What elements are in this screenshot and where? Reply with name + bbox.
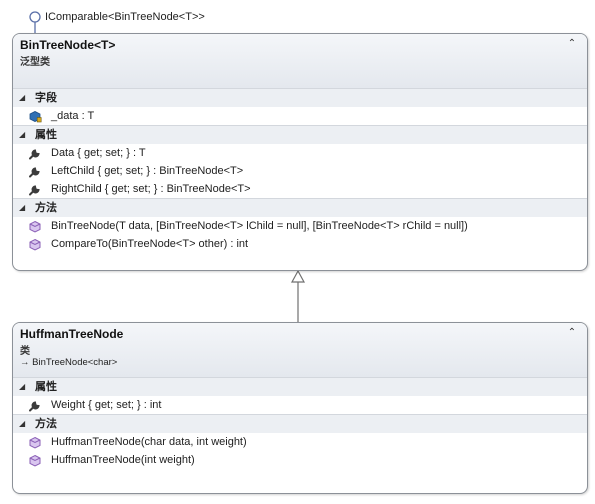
section-title: 字段	[35, 92, 57, 104]
interface-label: IComparable<BinTreeNode<T>>	[45, 11, 205, 23]
member-property-data[interactable]: Data { get; set; } : T	[13, 144, 587, 162]
class-kind: 泛型类	[20, 57, 50, 68]
member-text: HuffmanTreeNode(int weight)	[51, 454, 195, 466]
section-title: 属性	[35, 129, 57, 141]
member-method-ctor-char-weight[interactable]: HuffmanTreeNode(char data, int weight)	[13, 433, 587, 451]
member-text: Data { get; set; } : T	[51, 147, 146, 159]
member-method-ctor-weight[interactable]: HuffmanTreeNode(int weight)	[13, 451, 587, 469]
section-title: 属性	[35, 381, 57, 393]
member-field-data[interactable]: _data : T	[13, 107, 587, 125]
method-cube-icon	[29, 238, 41, 251]
class-name: HuffmanTreeNode	[20, 327, 124, 341]
member-property-rightchild[interactable]: RightChild { get; set; } : BinTreeNode<T…	[13, 180, 587, 198]
section-properties[interactable]: ◢ 属性	[13, 125, 587, 144]
class-kind: 类	[20, 346, 30, 357]
section-methods[interactable]: ◢ 方法	[13, 414, 587, 433]
method-cube-icon	[29, 436, 41, 449]
method-cube-icon	[29, 220, 41, 233]
field-icon	[29, 111, 42, 123]
member-property-weight[interactable]: Weight { get; set; } : int	[13, 396, 587, 414]
section-title: 方法	[35, 418, 57, 430]
base-class-label: → BinTreeNode<char>	[20, 357, 118, 368]
member-text: RightChild { get; set; } : BinTreeNode<T…	[51, 183, 251, 195]
member-text: _data : T	[51, 110, 95, 122]
class-header[interactable]: BinTreeNode<T> 泛型类 ⌃	[13, 34, 587, 88]
member-property-leftchild[interactable]: LeftChild { get; set; } : BinTreeNode<T>	[13, 162, 587, 180]
class-bintreenode[interactable]: BinTreeNode<T> 泛型类 ⌃ ◢ 字段 _data : T ◢ 属性…	[12, 33, 588, 271]
section-methods[interactable]: ◢ 方法	[13, 198, 587, 217]
member-text: HuffmanTreeNode(char data, int weight)	[51, 436, 247, 448]
method-cube-icon	[29, 454, 41, 467]
collapse-triangle-icon[interactable]: ◢	[19, 126, 25, 144]
property-wrench-icon	[29, 167, 40, 178]
member-method-constructor[interactable]: BinTreeNode(T data, [BinTreeNode<T> lChi…	[13, 217, 587, 235]
member-text: LeftChild { get; set; } : BinTreeNode<T>	[51, 165, 244, 177]
property-wrench-icon	[29, 185, 40, 196]
collapse-triangle-icon[interactable]: ◢	[19, 378, 25, 396]
collapse-triangle-icon[interactable]: ◢	[19, 89, 25, 107]
collapse-triangle-icon[interactable]: ◢	[19, 199, 25, 217]
class-header[interactable]: HuffmanTreeNode 类 → BinTreeNode<char> ⌃	[13, 323, 587, 377]
section-properties[interactable]: ◢ 属性	[13, 377, 587, 396]
member-method-compareto[interactable]: CompareTo(BinTreeNode<T> other) : int	[13, 235, 587, 253]
section-fields[interactable]: ◢ 字段	[13, 88, 587, 107]
class-name: BinTreeNode<T>	[20, 38, 116, 52]
interface-lollipop-icon	[29, 11, 41, 23]
member-text: BinTreeNode(T data, [BinTreeNode<T> lChi…	[51, 220, 468, 232]
section-title: 方法	[35, 202, 57, 214]
member-text: Weight { get; set; } : int	[51, 399, 162, 411]
property-wrench-icon	[29, 149, 40, 160]
collapse-triangle-icon[interactable]: ◢	[19, 415, 25, 433]
collapse-chevron-icon[interactable]: ⌃	[566, 38, 578, 50]
member-text: CompareTo(BinTreeNode<T> other) : int	[51, 238, 249, 250]
collapse-chevron-icon[interactable]: ⌃	[566, 327, 578, 339]
class-huffmantreenode[interactable]: HuffmanTreeNode 类 → BinTreeNode<char> ⌃ …	[12, 322, 588, 494]
property-wrench-icon	[29, 401, 40, 412]
inheritance-arrowhead	[290, 269, 306, 283]
